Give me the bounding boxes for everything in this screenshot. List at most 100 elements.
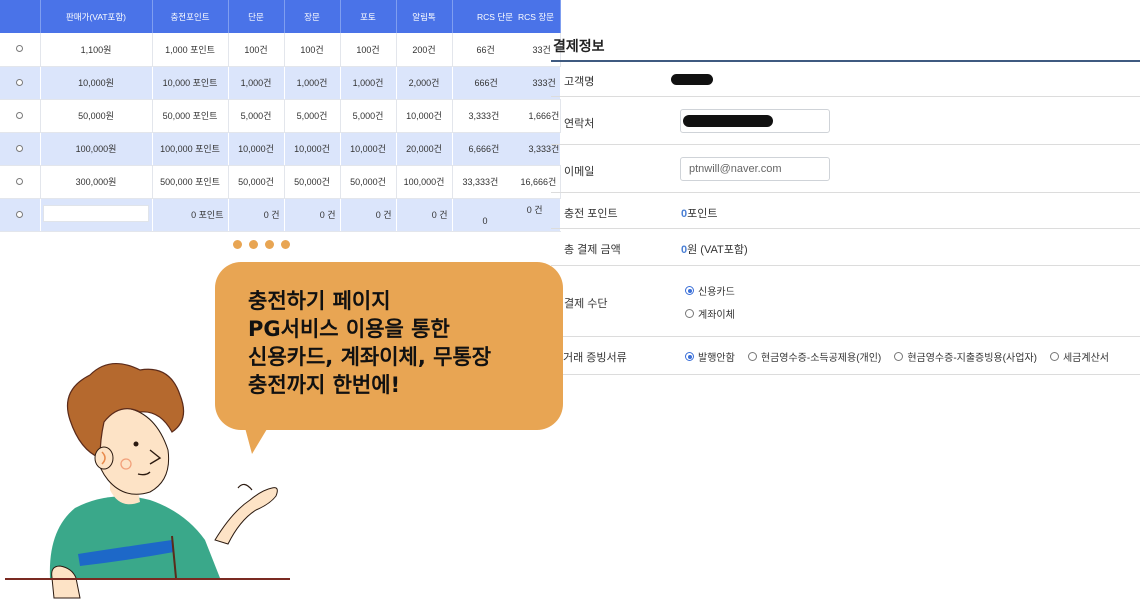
price-table: 판매가(VAT포함) 충전포인트 단문 장문 포토 알림톡 RCS 단문 RCS …	[0, 0, 561, 232]
total-label: 총 결제 금액	[564, 244, 621, 256]
dot	[265, 240, 274, 249]
radio-button[interactable]	[16, 78, 24, 86]
count-cell: 100,000건	[396, 165, 453, 199]
receipt-row: 거래 증빙서류 발행안함 현금영수증-소득공제용(개인) 현금영수증-지출증빙용…	[551, 337, 1140, 375]
count-cell: 0 건	[228, 198, 285, 232]
points-label: 충전 포인트	[564, 208, 618, 220]
option-label: 계좌이체	[698, 310, 735, 321]
email-row: 이메일 ptnwill@naver.com	[551, 145, 1140, 193]
count-cell: 10,000건	[228, 132, 285, 166]
count-cell: 1,000건	[340, 66, 397, 100]
phone-field[interactable]	[680, 109, 830, 133]
radio-unselected[interactable]	[894, 352, 904, 361]
radio-selected[interactable]	[685, 352, 694, 361]
row-radio[interactable]	[0, 165, 41, 199]
header-cell: 단문	[228, 0, 285, 33]
receipt-option-business[interactable]: 현금영수증-지출증빙용(사업자)	[894, 349, 1037, 364]
option-label: 신용카드	[698, 287, 735, 298]
rcs-short: 33,333건	[462, 177, 499, 187]
count-cell: 50,000건	[228, 165, 285, 199]
total-value-group: 0원 (VAT포함)	[681, 241, 748, 257]
count-cell: 10,000건	[284, 132, 341, 166]
price-cell: 10,000원	[40, 66, 153, 100]
radio-header	[0, 0, 41, 33]
count-cell: 1,000건	[284, 66, 341, 100]
count-cell: 1,000건	[228, 66, 285, 100]
row-radio[interactable]	[0, 198, 41, 232]
count-cell: 100건	[228, 33, 285, 67]
email-field[interactable]: ptnwill@naver.com	[680, 157, 830, 181]
rcs-long: 0	[482, 216, 488, 226]
customer-label: 고객명	[564, 76, 595, 88]
radio-button[interactable]	[16, 177, 24, 185]
rcs-short: 666건	[474, 78, 498, 88]
option-label: 현금영수증-지출증빙용(사업자)	[907, 353, 1037, 364]
dot	[281, 240, 290, 249]
radio-selected[interactable]	[685, 286, 694, 295]
option-label: 발행안함	[698, 353, 735, 364]
payment-title: 결제정보	[553, 38, 605, 54]
radio-button[interactable]	[16, 210, 24, 218]
dot	[233, 240, 242, 249]
count-cell: 100건	[284, 33, 341, 67]
dot	[249, 240, 258, 249]
carousel-dots	[233, 240, 290, 249]
method-option-transfer[interactable]: 계좌이체	[685, 306, 735, 321]
phone-row: 연락처	[551, 97, 1140, 145]
count-cell: 0 건	[284, 198, 341, 232]
points-value-group: 0포인트	[681, 205, 718, 221]
row-radio[interactable]	[0, 99, 41, 133]
receipt-option-personal[interactable]: 현금영수증-소득공제용(개인)	[747, 349, 882, 364]
radio-button[interactable]	[16, 144, 24, 152]
method-label: 결제 수단	[564, 298, 608, 310]
table-row[interactable]: 50,000원 50,000 포인트 5,000건 5,000건 5,000건 …	[0, 99, 561, 133]
receipt-option-tax-invoice[interactable]: 세금계산서	[1049, 349, 1109, 364]
rcs-short: 3,333건	[468, 111, 500, 121]
table-row[interactable]: 1,100원 1,000 포인트 100건 100건 100건 200건 66건…	[0, 33, 561, 67]
price-cell: 1,100원	[40, 33, 153, 67]
custom-amount-input[interactable]	[43, 205, 149, 222]
custom-amount-row[interactable]: 0 포인트 0 건 0 건 0 건 0 건 0 건 0	[0, 198, 561, 232]
radio-unselected[interactable]	[685, 309, 694, 318]
points-cell: 1,000 포인트	[152, 33, 229, 67]
method-options: 신용카드	[685, 283, 745, 298]
table-row[interactable]: 10,000원 10,000 포인트 1,000건 1,000건 1,000건 …	[0, 66, 561, 100]
points-cell: 100,000 포인트	[152, 132, 229, 166]
table-row[interactable]: 100,000원 100,000 포인트 10,000건 10,000건 10,…	[0, 132, 561, 166]
count-cell: 5,000건	[340, 99, 397, 133]
row-radio[interactable]	[0, 132, 41, 166]
count-cell: 100건	[340, 33, 397, 67]
custom-amount-cell	[40, 198, 153, 232]
count-cell: 200건	[396, 33, 453, 67]
method-options-2: 계좌이체	[685, 306, 745, 321]
table-header-row: 판매가(VAT포함) 충전포인트 단문 장문 포토 알림톡 RCS 단문 RCS …	[0, 0, 561, 33]
total-unit: 원 (VAT포함)	[687, 244, 748, 256]
count-cell: 20,000건	[396, 132, 453, 166]
table-row[interactable]: 300,000원 500,000 포인트 50,000건 50,000건 50,…	[0, 165, 561, 199]
method-option-card[interactable]: 신용카드	[685, 283, 735, 298]
customer-name-masked	[671, 74, 713, 85]
row-radio[interactable]	[0, 33, 41, 67]
rcs-short: 0 건	[526, 205, 543, 215]
radio-unselected[interactable]	[747, 352, 757, 361]
bubble-line: PG서비스 이용을 통한	[248, 317, 450, 341]
customer-row: 고객명	[551, 62, 1140, 97]
count-cell: 0 건	[340, 198, 397, 232]
count-cell: 0 건	[396, 198, 453, 232]
receipt-option-none[interactable]: 발행안함	[685, 349, 735, 364]
option-label: 세금계산서	[1062, 353, 1109, 364]
count-cell: 0 건 0	[452, 198, 561, 232]
option-label: 현금영수증-소득공제용(개인)	[760, 353, 882, 364]
email-value: ptnwill@naver.com	[689, 163, 782, 175]
bubble-line: 충전하기 페이지	[248, 289, 391, 313]
radio-button[interactable]	[16, 111, 24, 119]
points-row: 충전 포인트 0포인트	[551, 193, 1140, 229]
row-radio[interactable]	[0, 66, 41, 100]
price-cell: 50,000원	[40, 99, 153, 133]
header-cell: 판매가(VAT포함)	[40, 0, 153, 33]
header-cell: 알림톡	[396, 0, 453, 33]
radio-button[interactable]	[16, 45, 24, 53]
phone-masked	[683, 115, 773, 127]
count-cell: 2,000건	[396, 66, 453, 100]
radio-unselected[interactable]	[1049, 352, 1059, 361]
